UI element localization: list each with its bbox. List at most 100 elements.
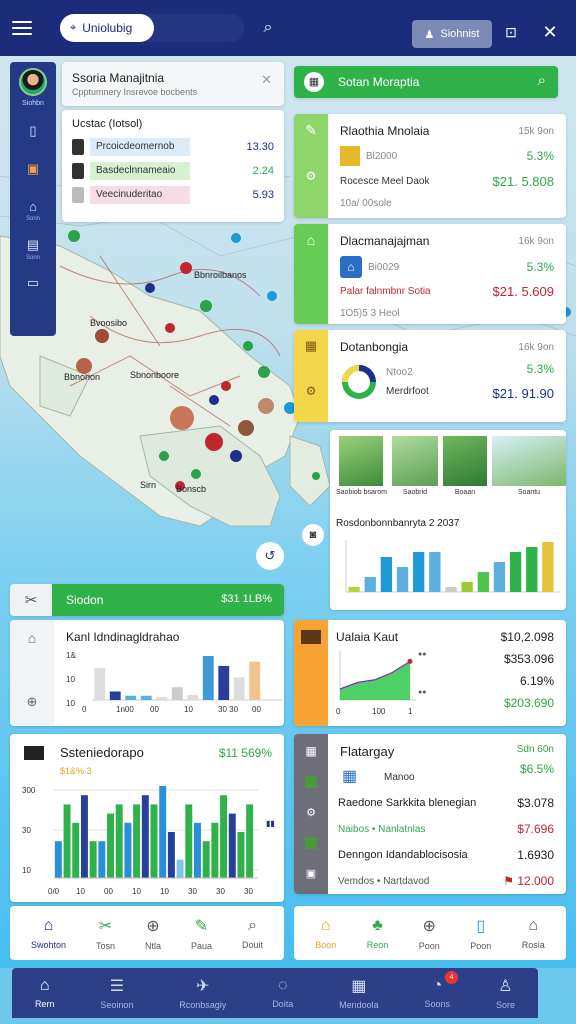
status-row-label: Basdeclnnameaio [90, 162, 190, 180]
nav-label: Soons [424, 999, 451, 1009]
tick-label: 30 [188, 887, 197, 896]
bar [141, 795, 149, 878]
bar [202, 656, 214, 700]
status-row-value: 2.24 [252, 165, 274, 177]
doc-icon: ▯ [476, 917, 486, 935]
building-icon: ▦ [305, 744, 317, 758]
tab-doc[interactable]: ▯ Poon [470, 916, 491, 951]
status-row[interactable]: Prcoicdeomernob 13.30 [72, 138, 274, 156]
tab-home[interactable]: ⌂ Boon [315, 917, 336, 950]
user-icon: ♟ [424, 28, 435, 41]
property-amount: $21. 5.808 [492, 174, 554, 189]
tab-add[interactable]: ⊕ Poon [419, 916, 440, 951]
bar-chart-card: ⌂ ⊕ Kanl Idndinagldrahao 1& 10 10 0 1n00 00 10… [10, 620, 284, 726]
sidebar-item-home[interactable]: ⌂ Sonn [20, 199, 46, 222]
locate-button[interactable]: ↺ [256, 542, 284, 570]
tick-label: 10 [22, 866, 31, 875]
nav-home[interactable]: ⌂ Rern [35, 977, 55, 1009]
account-button[interactable]: ♟ Siohnist [412, 20, 492, 48]
photo-thumbnail[interactable] [339, 436, 384, 486]
sidebar-item-monitor[interactable]: ▭ [20, 275, 46, 297]
bell-icon: ◔ [432, 977, 443, 994]
property-price-top: 15k 9on [518, 125, 554, 137]
search-pill[interactable]: ⌖ Uniolubig [60, 14, 244, 42]
photo-thumbnail[interactable] [391, 436, 438, 486]
close-icon[interactable]: ✕ [261, 72, 272, 88]
bar [220, 795, 228, 878]
tick-label: 0 [82, 705, 87, 714]
bar-card-chart: 1&10 10 0 1n00 00 10 30 30 00 [66, 651, 282, 714]
lock-icon[interactable]: ⊡ [502, 24, 520, 42]
bar [185, 804, 193, 878]
property-card[interactable]: ⌂ Dlacmanajajman 16k 9on ⌂ Bi0029 5.3% Pala… [294, 224, 566, 324]
tab-leaf[interactable]: ♣ Reon [367, 917, 389, 950]
search-icon[interactable]: ⌕ [258, 18, 278, 38]
circle-plus-icon[interactable]: ⊕ [27, 694, 38, 710]
tab-label: Poon [418, 940, 440, 951]
property-note: 10a/ 00sole [340, 198, 392, 209]
grid-icon: ▦ [342, 768, 358, 785]
legend-marker: ●● [418, 689, 426, 696]
tab-tools[interactable]: ✂ Tosn [96, 916, 115, 951]
close-icon[interactable]: ✕ [540, 22, 560, 42]
sidebar-item-grid[interactable]: ▣ [20, 161, 46, 183]
bar [72, 822, 80, 878]
nav-profile[interactable]: ♙ Sore [496, 976, 515, 1010]
property-sub: Bi0029 [368, 261, 400, 273]
overview-subtitle: Cpptumnery Insrevoe bocbents [72, 87, 198, 97]
sidebar-item-phone[interactable]: ▯ [20, 123, 46, 145]
nav-data[interactable]: ◌ Doita [272, 977, 293, 1009]
photo-icon [305, 776, 317, 788]
list-item[interactable]: Vemdos • Nartdavod ⚑ 12.000 [338, 874, 554, 888]
tools-icon: ✂ [10, 584, 52, 616]
sidebar-item-chart[interactable]: ▤ Sonn [20, 237, 46, 261]
property-title: Rlaothia Mnolaia [340, 124, 430, 138]
nav-campaign[interactable]: ✈ Rconbsagiy [179, 976, 226, 1010]
svg-text:Bbnorion: Bbnorion [64, 372, 100, 382]
list-item-amount: 12.000 [517, 874, 554, 888]
notification-badge: 4 [445, 971, 459, 984]
bar [94, 668, 106, 700]
avatar[interactable] [19, 68, 47, 96]
tab-add[interactable]: ⊕ Ntla [145, 916, 161, 951]
tick-label: 0 [336, 707, 341, 716]
chat-icon[interactable]: ◙ [302, 524, 324, 546]
tick-label: 00 [104, 887, 113, 896]
tab-label: Swohton [30, 939, 67, 950]
svg-text:Sbnonboore: Sbnonboore [130, 370, 179, 380]
nav-notifications[interactable]: ◔ 4 Soons [424, 971, 459, 1009]
tab-label: Paua [190, 940, 212, 951]
right-header[interactable]: ▦ Sotan Moraptia ⌕ [294, 66, 558, 98]
photo-thumbnail[interactable] [491, 436, 566, 486]
search-icon[interactable]: ⌕ [538, 72, 546, 89]
status-row[interactable]: Veecinuderitao 5.93 [72, 186, 274, 204]
tab-search[interactable]: ⌕ Douit [242, 917, 263, 950]
tab-home[interactable]: ⌂ Swohton [31, 917, 66, 950]
list-item[interactable]: Raedone Sarkkita blenegian $3.078 [338, 796, 554, 810]
summary-strip[interactable]: ✂ Siodon $31 1LB% [10, 584, 284, 616]
tab-label: Douit [241, 939, 263, 950]
home-icon: ⌂ [29, 199, 37, 214]
building-icon: ▦ [351, 978, 367, 995]
status-row[interactable]: Basdeclnnameaio 2.24 [72, 162, 274, 180]
photo-caption: Soantu [517, 489, 541, 496]
tab-edit[interactable]: ✎ Paua [191, 916, 212, 951]
nav-list[interactable]: ☰ Seoinon [100, 976, 133, 1010]
sidebar-item-label: Sonn [25, 255, 40, 261]
nav-buildings[interactable]: ▦ Mendoola [339, 976, 379, 1010]
tab-label: Reon [366, 939, 389, 950]
menu-icon[interactable] [12, 21, 32, 35]
property-card[interactable]: ▦ ⚙ Dotanbongia 16k 9on Ntoo2 Merdrfoot 5… [294, 330, 566, 422]
search-field[interactable]: ⌖ Uniolubig [60, 14, 154, 42]
property-card[interactable]: ✎ ⚙ Rlaothia Mnolaia 15k 9on Bl2000 5.3% R… [294, 114, 566, 218]
bar [63, 804, 71, 878]
summary-strip-title: Siodon [66, 593, 104, 607]
photo-caption: Boaan [454, 489, 476, 496]
tick-label: 30 [22, 826, 31, 835]
list-item-label: Raedone Sarkkita blenegian [338, 797, 477, 809]
list-item[interactable]: Naibos • Nanlatnlas $7.696 [338, 822, 554, 836]
bar [380, 557, 393, 592]
tab-house[interactable]: ⌂ Rosia [522, 917, 545, 950]
photo-thumbnail[interactable] [442, 436, 487, 486]
list-item[interactable]: Denngon Idandablocisosia 1.6930 [338, 848, 554, 862]
